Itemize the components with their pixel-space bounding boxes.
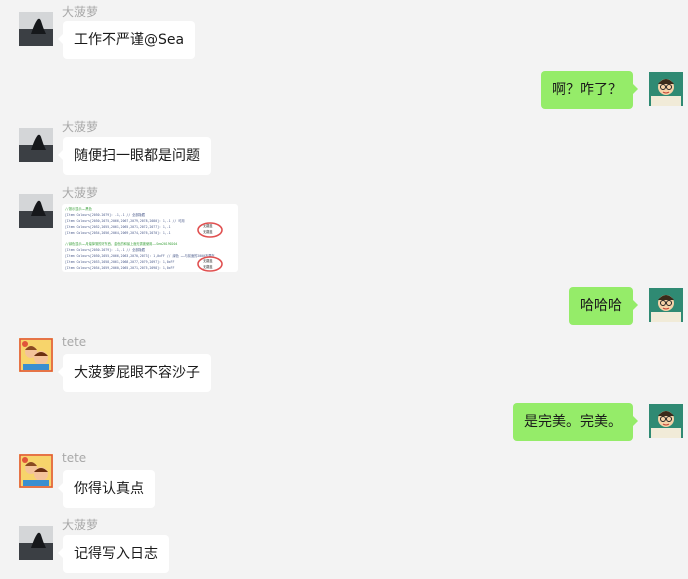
cartoon-scholar-avatar-icon <box>649 288 683 322</box>
message-bubble[interactable]: 随便扫一眼都是问题 <box>58 137 211 175</box>
annotation-circles <box>197 222 223 272</box>
annotation-circle <box>197 256 223 272</box>
sender-name: 大菠萝 <box>62 5 99 19</box>
avatar-dabolo[interactable] <box>19 128 53 162</box>
message-bubble[interactable]: 大菠萝屁眼不容沙子 <box>58 354 211 392</box>
avatar-self[interactable] <box>649 288 683 322</box>
silhouette-photo-avatar-icon <box>19 194 53 228</box>
sender-name: tete <box>62 335 87 349</box>
silhouette-photo-avatar-icon <box>19 128 53 162</box>
sender-name: 大菠萝 <box>62 120 99 134</box>
avatar-self[interactable] <box>649 404 683 438</box>
message-bubble[interactable]: 你得认真点 <box>58 470 155 508</box>
sender-name: tete <box>62 451 87 465</box>
cartoon-kids-avatar-icon <box>19 454 53 488</box>
message-bubble-self[interactable]: 啊？咋了？ <box>541 71 638 109</box>
avatar-tete[interactable] <box>19 454 53 488</box>
message-bubble[interactable]: 记得写入日志 <box>58 535 169 573</box>
image-message[interactable]: //报示显示……黑色 [Item Colours[2050-2079]: -1,… <box>62 204 238 272</box>
avatar-dabolo[interactable] <box>19 194 53 228</box>
message-bubble-self[interactable]: 是完美。完美。 <box>513 403 638 441</box>
silhouette-photo-avatar-icon <box>19 526 53 560</box>
message-bubble-self[interactable]: 哈哈哈 <box>569 287 638 325</box>
avatar-self[interactable] <box>649 72 683 106</box>
annotation-circle <box>197 222 223 238</box>
cartoon-scholar-avatar-icon <box>649 72 683 106</box>
sender-name: 大菠萝 <box>62 518 99 532</box>
message-bubble[interactable]: 工作不严谨@Sea <box>57 21 196 59</box>
cartoon-scholar-avatar-icon <box>649 404 683 438</box>
avatar-dabolo[interactable] <box>19 12 53 46</box>
silhouette-photo-avatar-icon <box>19 12 53 46</box>
avatar-tete[interactable] <box>19 338 53 372</box>
avatar-dabolo[interactable] <box>19 526 53 560</box>
cartoon-kids-avatar-icon <box>19 338 53 372</box>
sender-name: 大菠萝 <box>62 186 99 200</box>
